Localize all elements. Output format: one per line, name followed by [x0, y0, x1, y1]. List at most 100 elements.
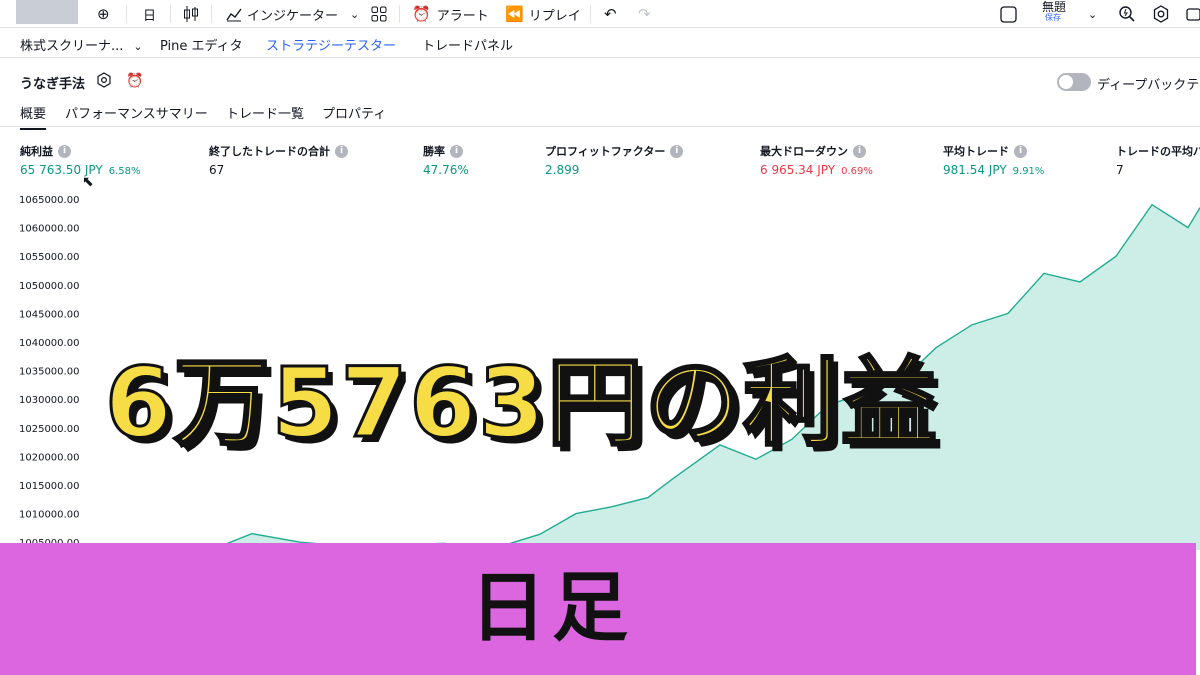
- subtab-properties[interactable]: プロパティ: [322, 103, 386, 122]
- chevron-down-icon: ⌄: [133, 40, 143, 53]
- y-tick-label: 1055000.00: [19, 252, 79, 263]
- indicators-icon: [226, 8, 242, 22]
- interval-button[interactable]: 日: [143, 4, 156, 24]
- settings-button[interactable]: [1152, 4, 1170, 24]
- metric-value: 2.899: [545, 163, 580, 177]
- metric-value: 6 965.34 JPY: [760, 163, 836, 177]
- interval-label: 日: [143, 8, 157, 24]
- grid-icon: [371, 6, 387, 22]
- redo-button[interactable]: ↷: [638, 4, 651, 24]
- alarm-plus-icon: ⏰: [412, 5, 431, 23]
- top-toolbar: ⊕ 日 インジケーター ⌄ ⏰ アラート ⏪ リプレイ ↶ ↷ 無題 保存 ⌄: [0, 0, 1200, 28]
- y-tick-label: 1050000.00: [19, 281, 79, 292]
- y-tick-label: 1015000.00: [19, 481, 79, 492]
- y-axis: 1065000.00 1060000.00 1055000.00 1050000.00…: [19, 195, 79, 549]
- layout-name: 無題: [1042, 0, 1067, 14]
- templates-button[interactable]: [371, 4, 387, 24]
- indicators-label: インジケーター: [247, 8, 339, 24]
- subtab-divider: [0, 126, 1200, 127]
- metric-value: 47.76%: [423, 163, 469, 177]
- quick-search-button[interactable]: [1118, 4, 1136, 24]
- camera-icon: [1186, 8, 1200, 21]
- y-tick-label: 1045000.00: [19, 309, 79, 320]
- metric-label: 勝率: [423, 145, 445, 158]
- info-icon[interactable]: i: [853, 144, 866, 158]
- metric-label: トレードの平均バ: [1116, 145, 1200, 158]
- layout-menu-chevron[interactable]: ⌄: [1088, 4, 1097, 24]
- y-tick-label: 1065000.00: [19, 195, 79, 206]
- banner-caption: 日足: [470, 563, 634, 652]
- chevron-down-icon: ⌄: [350, 7, 360, 21]
- y-tick-label: 1010000.00: [19, 510, 79, 521]
- metric-value: 7: [1116, 163, 1124, 177]
- y-tick-label: 1025000.00: [19, 424, 79, 435]
- deep-backtest-label: ディープバックテ: [1097, 78, 1200, 93]
- layout-name-button[interactable]: 無題 保存: [1042, 1, 1066, 27]
- subtab-performance-summary[interactable]: パフォーマンスサマリー: [65, 103, 208, 122]
- chevron-down-icon: ⌄: [1088, 7, 1098, 21]
- y-tick-label: 1030000.00: [19, 395, 79, 406]
- info-icon[interactable]: i: [58, 144, 71, 158]
- metric-net-profit: 純利益 i 65 763.50 JPY 6.58%: [20, 143, 141, 177]
- toggle-knob: [1059, 75, 1073, 89]
- more-button[interactable]: [1186, 4, 1200, 24]
- rewind-icon: ⏪: [505, 5, 524, 23]
- alert-label: アラート: [436, 8, 489, 24]
- info-icon[interactable]: i: [450, 144, 463, 158]
- subtab-overview[interactable]: 概要: [20, 103, 47, 130]
- y-tick-label: 1040000.00: [19, 338, 79, 349]
- layout-status: 保存: [1045, 12, 1061, 22]
- info-icon[interactable]: i: [335, 144, 348, 158]
- info-icon[interactable]: i: [670, 144, 684, 158]
- metric-win-rate: 勝率 i 47.76%: [423, 143, 469, 177]
- replay-button[interactable]: ⏪ リプレイ: [505, 4, 581, 24]
- strategy-alert-button[interactable]: ⏰: [126, 72, 144, 90]
- y-tick-label: 1020000.00: [19, 452, 79, 463]
- strategy-name: うなぎ手法: [20, 77, 86, 92]
- metric-label: 終了したトレードの合計: [209, 145, 330, 158]
- alert-button[interactable]: ⏰ アラート: [412, 4, 489, 24]
- chart-type-button[interactable]: [183, 4, 199, 24]
- metric-percent: 0.69%: [841, 166, 873, 177]
- tab-strategy-tester[interactable]: ストラテジーテスター: [266, 35, 396, 54]
- square-icon: [1000, 5, 1017, 23]
- headline-caption: 6万5763円の利益: [104, 347, 939, 459]
- plus-circle-icon: ⊕: [97, 5, 110, 23]
- metric-max-drawdown: 最大ドローダウン i 6 965.34 JPY 0.69%: [760, 143, 873, 177]
- undo-icon: ↶: [604, 5, 617, 23]
- subtab-trade-list[interactable]: トレード一覧: [226, 103, 304, 122]
- metric-avg-trade: 平均トレード i 981.54 JPY 9.91%: [943, 143, 1044, 177]
- tab-label: 株式スクリーナ...: [20, 39, 124, 54]
- gear-icon: [1153, 5, 1169, 23]
- metric-total-closed-trades: 終了したトレードの合計 i 67: [209, 143, 348, 177]
- redo-icon: ↷: [638, 5, 651, 23]
- metric-percent: 9.91%: [1012, 166, 1045, 177]
- metric-label: 純利益: [20, 145, 53, 158]
- deep-backtest-toggle[interactable]: [1057, 73, 1091, 91]
- tab-pine-editor[interactable]: Pine エディタ: [160, 35, 243, 54]
- bottom-panel-tabs: 株式スクリーナ... ⌄ Pine エディタ ストラテジーテスター トレードパネル: [0, 28, 1200, 58]
- add-symbol-button[interactable]: ⊕: [97, 4, 110, 24]
- info-icon[interactable]: i: [1014, 144, 1027, 158]
- metric-profit-factor: プロフィットファクター i 2.899: [545, 143, 684, 177]
- symbol-thumbnail[interactable]: [16, 0, 78, 24]
- metric-label: 平均トレード: [943, 145, 1009, 158]
- metric-label: プロフィットファクター: [545, 145, 666, 158]
- tab-stock-screener[interactable]: 株式スクリーナ... ⌄: [20, 35, 143, 54]
- strategy-settings-button[interactable]: [95, 72, 113, 90]
- y-tick-label: 1060000.00: [19, 224, 79, 235]
- metric-label: 最大ドローダウン: [760, 145, 848, 158]
- layout-toggle-button[interactable]: [1000, 4, 1017, 24]
- metric-value: 981.54 JPY: [943, 163, 1007, 177]
- search-zap-icon: [1119, 6, 1135, 22]
- y-tick-label: 1035000.00: [19, 367, 79, 378]
- candles-icon: [184, 6, 198, 22]
- metric-percent: 6.58%: [108, 166, 141, 177]
- indicators-button[interactable]: インジケーター ⌄: [226, 4, 359, 24]
- undo-button[interactable]: ↶: [604, 4, 617, 24]
- tab-trading-panel[interactable]: トレードパネル: [422, 35, 513, 54]
- alarm-plus-icon: ⏰: [126, 73, 144, 89]
- replay-label: リプレイ: [528, 8, 581, 24]
- metric-avg-bars: トレードの平均バ 7: [1116, 143, 1200, 177]
- gear-icon: [97, 72, 111, 88]
